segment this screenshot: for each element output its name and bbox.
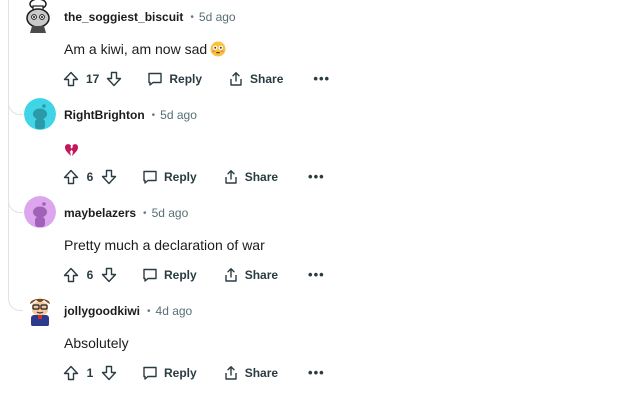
comment-body: Pretty much a declaration of war	[64, 237, 265, 253]
timestamp[interactable]: 4d ago	[156, 304, 193, 318]
robot-chef-avatar-icon	[26, 0, 50, 33]
username[interactable]: the_soggiest_biscuit	[64, 10, 183, 24]
comment-bubble-icon	[143, 268, 157, 282]
downvote-icon[interactable]	[100, 266, 118, 284]
more-options-button[interactable]: •••	[308, 268, 325, 281]
thread-connector	[8, 294, 23, 311]
username[interactable]: maybelazers	[64, 206, 136, 220]
separator-dot: •	[143, 207, 147, 219]
share-icon	[224, 268, 237, 282]
share-icon	[224, 170, 237, 184]
more-options-button[interactable]: •••	[308, 170, 325, 183]
downvote-icon[interactable]	[105, 70, 123, 88]
avatar[interactable]	[24, 98, 56, 130]
reply-button[interactable]: Reply	[142, 267, 197, 283]
comment-meta: maybelazers • 5d ago	[64, 205, 188, 221]
comment-body: Am a kiwi, am now sad	[64, 40, 226, 61]
comment: maybelazers • 5d ago Pretty much a decla…	[0, 196, 632, 294]
vote-score: 1	[86, 366, 94, 380]
more-options-button[interactable]: •••	[308, 366, 325, 379]
share-button[interactable]: Share	[223, 267, 278, 283]
share-icon	[230, 72, 242, 86]
broken-heart-emoji-icon	[64, 143, 79, 161]
comment: the_soggiest_biscuit • 5d ago Am a kiwi,…	[0, 0, 632, 98]
downvote-icon[interactable]	[100, 168, 118, 186]
vote-score: 6	[86, 268, 94, 282]
comment-body: Absolutely	[64, 335, 129, 351]
separator-dot: •	[147, 305, 151, 317]
share-label: Share	[244, 366, 279, 380]
upvote-icon[interactable]	[62, 266, 80, 284]
timestamp[interactable]: 5d ago	[152, 206, 189, 220]
reply-label: Reply	[169, 72, 203, 86]
share-label: Share	[244, 170, 279, 184]
more-options-button[interactable]: •••	[313, 72, 330, 85]
comment-bubble-icon	[148, 72, 163, 86]
comment-meta: RightBrighton • 5d ago	[64, 107, 197, 123]
comment-actions: 6 Reply Share •••	[62, 166, 325, 188]
reply-label: Reply	[164, 268, 197, 282]
avatar[interactable]	[24, 0, 58, 34]
thread-connector	[8, 98, 23, 115]
comment-body	[64, 140, 79, 161]
username[interactable]: RightBrighton	[64, 108, 145, 122]
reply-button[interactable]: Reply	[142, 365, 197, 381]
default-snoo-avatar-icon	[24, 98, 56, 130]
reply-button[interactable]: Reply	[142, 169, 197, 185]
comment: jollygoodkiwi • 4d ago Absolutely 1 Repl…	[0, 294, 632, 392]
thread-connector	[8, 196, 23, 213]
share-icon	[224, 366, 237, 380]
comment: RightBrighton • 5d ago 6 Reply Share •••	[0, 98, 632, 196]
share-button[interactable]: Share	[228, 71, 283, 87]
upvote-icon[interactable]	[62, 168, 80, 186]
reply-label: Reply	[164, 366, 197, 380]
reply-label: Reply	[164, 170, 197, 184]
avatar[interactable]	[24, 196, 56, 228]
default-snoo-avatar-icon	[24, 196, 56, 228]
comment-bubble-icon	[143, 170, 157, 184]
comment-meta: jollygoodkiwi • 4d ago	[64, 303, 192, 319]
comment-text: Am a kiwi, am now sad	[64, 41, 208, 57]
separator-dot: •	[151, 109, 156, 121]
comment-actions: 1 Reply Share •••	[62, 362, 325, 384]
downvote-icon[interactable]	[100, 364, 118, 382]
reply-button[interactable]: Reply	[147, 71, 202, 87]
flushed-face-emoji-icon	[210, 41, 226, 61]
upvote-icon[interactable]	[62, 364, 80, 382]
vote-score: 6	[86, 170, 94, 184]
timestamp[interactable]: 5d ago	[199, 10, 236, 24]
comment-actions: 6 Reply Share •••	[62, 264, 325, 286]
comment-meta: the_soggiest_biscuit • 5d ago	[64, 9, 236, 25]
share-label: Share	[244, 268, 279, 282]
comment-actions: 17 Reply Share •••	[62, 68, 330, 90]
comment-bubble-icon	[143, 366, 157, 380]
timestamp[interactable]: 5d ago	[160, 108, 197, 122]
upvote-icon[interactable]	[62, 70, 80, 88]
share-button[interactable]: Share	[223, 169, 278, 185]
share-button[interactable]: Share	[223, 365, 278, 381]
share-label: Share	[250, 72, 284, 86]
separator-dot: •	[190, 11, 194, 23]
username[interactable]: jollygoodkiwi	[64, 304, 140, 318]
cartoon-character-avatar-icon	[30, 298, 50, 326]
avatar[interactable]	[24, 294, 56, 326]
vote-score: 17	[86, 72, 100, 86]
